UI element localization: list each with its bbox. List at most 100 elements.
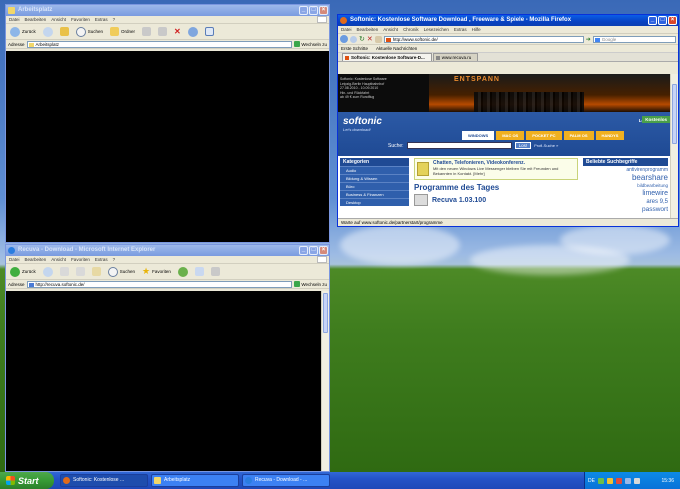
menu-datei[interactable]: Datei [9, 256, 20, 263]
forward-icon[interactable] [350, 35, 357, 43]
tray-network-icon[interactable] [597, 477, 604, 484]
menu-ansicht[interactable]: Ansicht [51, 16, 66, 23]
menu-extras[interactable]: Extras [454, 26, 467, 33]
task-explorer[interactable]: Arbeitsplatz [151, 474, 239, 487]
platform-palm[interactable]: PALM OS [563, 131, 594, 140]
ie-scrollbar[interactable] [321, 291, 329, 471]
menu-help[interactable]: ? [113, 16, 116, 23]
up-button[interactable] [58, 26, 71, 38]
search-engine-field[interactable]: Google [592, 35, 676, 43]
category-item[interactable]: Business & Finanzen [340, 190, 409, 198]
menu-extras[interactable]: Extras [95, 256, 108, 263]
platform-windows[interactable]: WINDOWS [462, 131, 495, 140]
start-button[interactable]: Start [0, 472, 54, 489]
close-button[interactable]: × [668, 16, 677, 25]
program-of-day[interactable]: Recuva 1.03.100 [414, 194, 578, 206]
home-icon[interactable] [374, 35, 382, 43]
delete-button[interactable]: ✕ [172, 26, 183, 38]
folders-button[interactable]: Ordner [108, 26, 137, 38]
back-button[interactable]: Zurück [8, 26, 38, 38]
softonic-logo[interactable]: softonic Let's download! [343, 116, 382, 132]
mail-button[interactable] [193, 266, 206, 278]
tray-alert-icon[interactable] [615, 477, 622, 484]
undo-button[interactable] [186, 26, 200, 38]
stop-icon[interactable]: ✕ [367, 35, 373, 43]
forward-button[interactable] [41, 26, 55, 38]
close-button[interactable]: × [319, 6, 328, 15]
menu-extras[interactable]: Extras [95, 16, 108, 23]
tag-link[interactable]: bearshare [583, 174, 668, 182]
stop-button[interactable] [58, 266, 71, 278]
firefox-scrollbar[interactable] [670, 74, 678, 218]
address-field[interactable]: Arbeitsplatz [26, 40, 293, 48]
language-indicator[interactable]: DE [588, 478, 595, 484]
tag-link[interactable]: ares 9,5 [583, 198, 668, 206]
firefox-titlebar[interactable]: Softonic: Kostenlose Software Download ,… [338, 15, 678, 26]
clock[interactable]: 15:36 [661, 478, 680, 484]
ad-banner[interactable]: Softonic: Kostenlose Software Leipzig-Be… [338, 74, 670, 112]
back-button[interactable]: Zurück [8, 266, 38, 278]
menu-ansicht[interactable]: Ansicht [383, 26, 398, 33]
category-item[interactable]: Desktop [340, 198, 409, 206]
kostenlos-badge[interactable]: Kostenlos [642, 116, 670, 123]
go-button[interactable]: Wechseln zu [294, 281, 327, 287]
tray-device-icon[interactable] [633, 477, 640, 484]
menu-datei[interactable]: Datei [341, 26, 352, 33]
task-firefox[interactable]: Softonic: Kostenlose ... [60, 474, 148, 487]
menu-favoriten[interactable]: Favoriten [71, 256, 90, 263]
menu-lesezeichen[interactable]: Lesezeichen [424, 26, 449, 33]
platform-pocketpc[interactable]: POCKET PC [526, 131, 562, 140]
menu-chronik[interactable]: Chronik [403, 26, 419, 33]
menu-bearbeiten[interactable]: Bearbeiten [357, 26, 379, 33]
maximize-button[interactable]: □ [658, 16, 667, 25]
platform-mac[interactable]: MAC OS [496, 131, 525, 140]
menu-help[interactable]: ? [113, 256, 116, 263]
category-item[interactable]: Audio [340, 166, 409, 174]
explorer-titlebar[interactable]: Arbeitsplatz _ □ × [6, 5, 329, 16]
move-button[interactable] [140, 26, 153, 38]
go-button[interactable]: Wechseln zu [294, 41, 327, 47]
tab-softonic[interactable]: Softonic: Kostenlose Software-D... [342, 53, 432, 61]
tag-link[interactable]: passwort [583, 206, 668, 214]
menu-favoriten[interactable]: Favoriten [71, 16, 90, 23]
minimize-button[interactable]: _ [648, 16, 657, 25]
advanced-search-link[interactable]: Profi-Suche » [534, 143, 558, 148]
refresh-button[interactable] [74, 266, 87, 278]
home-button[interactable] [90, 266, 103, 278]
bookmark-erste-schritte[interactable]: Erste Schritte [341, 45, 368, 52]
reload-icon[interactable]: ↻ [359, 35, 365, 43]
platform-handys[interactable]: HANDYS [595, 131, 625, 140]
menu-hilfe[interactable]: Hilfe [472, 26, 481, 33]
tag-link[interactable]: bildbearbeitung [583, 182, 668, 190]
forward-button[interactable] [41, 266, 55, 278]
ie-titlebar[interactable]: Recuva - Download - Microsoft Internet E… [6, 245, 329, 256]
task-ie[interactable]: Recuva - Download - ... [242, 474, 330, 487]
url-field[interactable]: http://www.softonic.de/ [383, 35, 584, 43]
tray-volume-icon[interactable] [624, 477, 631, 484]
messenger-promo[interactable]: Chatten, Telefonieren, Videokonferenz. M… [414, 158, 578, 180]
favorites-button[interactable]: ★ Favoriten [140, 266, 173, 278]
scroll-thumb[interactable] [672, 84, 677, 144]
maximize-button[interactable]: □ [309, 6, 318, 15]
category-item[interactable]: Büro [340, 182, 409, 190]
tray-security-icon[interactable] [606, 477, 613, 484]
copy-button[interactable] [156, 26, 169, 38]
search-go-button[interactable]: Los! [514, 142, 532, 149]
minimize-button[interactable]: _ [299, 246, 308, 255]
address-field[interactable]: http://recuva.softonic.de/ [26, 280, 293, 288]
category-item[interactable]: Bildung & Wissen [340, 174, 409, 182]
close-button[interactable]: × [319, 246, 328, 255]
scroll-thumb[interactable] [323, 293, 328, 333]
maximize-button[interactable]: □ [309, 246, 318, 255]
back-icon[interactable] [340, 35, 348, 43]
print-button[interactable] [209, 266, 222, 278]
go-arrow-icon[interactable]: ➜ [586, 36, 591, 43]
menu-ansicht[interactable]: Ansicht [51, 256, 66, 263]
bookmark-nachrichten[interactable]: Aktuelle Nachrichten [376, 45, 417, 52]
search-button[interactable]: Suchen [74, 26, 105, 38]
menu-bearbeiten[interactable]: Bearbeiten [25, 16, 47, 23]
menu-datei[interactable]: Datei [9, 16, 20, 23]
search-button[interactable]: Suchen [106, 266, 137, 278]
minimize-button[interactable]: _ [299, 6, 308, 15]
tab-recuva[interactable]: www.recuva.ru [432, 53, 479, 61]
